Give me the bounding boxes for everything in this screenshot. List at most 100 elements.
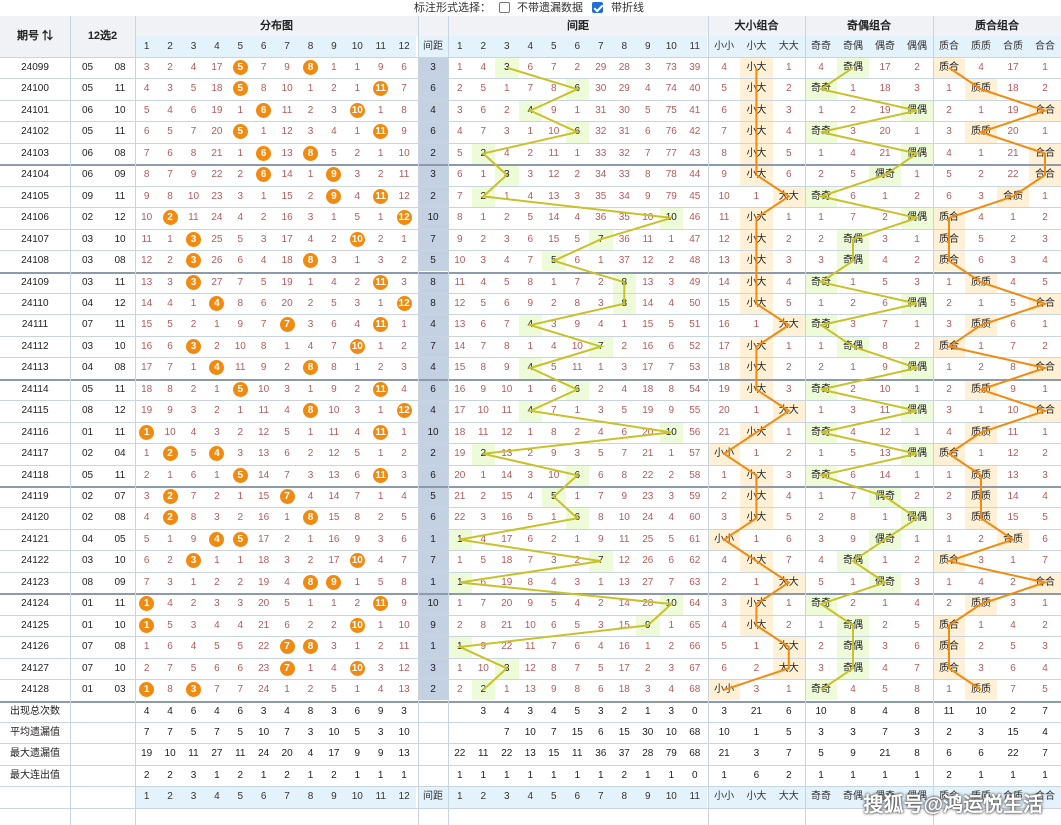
gap-miss-cell: 3 <box>527 169 534 181</box>
dist-hit-cell: 7 <box>275 486 298 507</box>
stat-odd-cell: 10 <box>815 705 827 717</box>
gap-miss-cell: 14 <box>548 212 560 224</box>
gap-miss-cell: 6 <box>480 576 487 588</box>
dist-miss-cell: 7 <box>214 684 220 696</box>
size-miss-cell: 21 <box>718 426 730 438</box>
dist-hit-cell: 1 <box>135 615 158 636</box>
prime-miss-cell: 1 <box>1010 555 1016 567</box>
dist-hit-cell: 1 <box>135 422 158 443</box>
prime-hit-cell: 质质 <box>965 121 997 143</box>
odd-sub-header: 偶偶 <box>901 36 933 57</box>
gap-miss-cell: 3 <box>574 190 581 202</box>
dist-miss-cell: 1 <box>377 405 384 417</box>
dist-miss-cell: 2 <box>143 469 150 481</box>
odd-hit-cell: 奇偶 <box>837 57 869 79</box>
gap-value-cell: 5 <box>418 250 448 272</box>
gap-hit-cell: 3 <box>495 164 519 186</box>
dist-hit-cell: 3 <box>182 550 205 571</box>
dist-miss-cell: 2 <box>307 684 314 696</box>
gap-hit-cell: 5 <box>542 486 566 508</box>
dist-miss-cell: 15 <box>281 190 293 202</box>
dist-miss-cell: 18 <box>211 83 223 95</box>
prime-hit-cell: 质合 <box>933 228 965 251</box>
stat-dist-cell: 3 <box>401 705 407 717</box>
period-header[interactable]: 期号 ⇅ <box>0 16 70 57</box>
prime-hit-cell: 合合 <box>1029 164 1061 186</box>
odd-hit-cell: 奇偶 <box>837 228 869 251</box>
stat-gap-cell: 1 <box>668 769 675 781</box>
gap-sub-header: 9 <box>636 36 660 57</box>
gap-miss-cell: 13 <box>548 190 560 202</box>
no-missing-data-label[interactable]: 不带遗漏数据 <box>517 0 583 16</box>
dist-miss-cell: 2 <box>214 491 220 502</box>
stat-dist-cell: 4 <box>284 705 290 717</box>
pick-number-b: 11 <box>114 276 126 288</box>
with-line-checkbox[interactable] <box>592 2 603 13</box>
stat-dist-cell: 1 <box>307 769 314 781</box>
gap-miss-cell: 5 <box>527 512 534 524</box>
odd-hit-cell: 偶偶 <box>901 357 933 379</box>
odd-miss-cell: 3 <box>850 319 856 331</box>
gap-miss-cell: 3 <box>644 684 651 696</box>
gap-miss-cell: 10 <box>524 619 536 631</box>
dist-miss-cell: 6 <box>143 555 150 567</box>
gap-hit-cell: 4 <box>518 357 542 379</box>
odd-sub-header: 偶奇 <box>869 36 901 57</box>
gap-miss-cell: 4 <box>550 576 557 588</box>
row-divider <box>0 657 1061 659</box>
dist-hit-cell: 10 <box>346 615 369 636</box>
gap-miss-cell: 29 <box>618 83 630 95</box>
odd-miss-cell: 1 <box>818 405 824 417</box>
dist-miss-cell: 15 <box>141 319 153 331</box>
prime-miss-cell: 2 <box>1042 448 1048 460</box>
gap-miss-cell: 8 <box>574 684 581 696</box>
size-combo-header: 大小组合 <box>708 16 805 36</box>
dist-hit-cell: 5 <box>229 78 252 99</box>
size-miss-cell: 6 <box>785 169 792 181</box>
dist-miss-cell: 7 <box>237 684 244 696</box>
prime-miss-cell: 21 <box>1007 147 1019 159</box>
stat-odd-cell: 3 <box>818 726 824 738</box>
odd-miss-cell: 4 <box>850 147 856 159</box>
prime-miss-cell: 2 <box>946 104 952 116</box>
dist-miss-cell: 1 <box>237 147 244 159</box>
gap-miss-cell: 24 <box>642 512 654 524</box>
dist-hit-cell: 6 <box>252 164 275 185</box>
row-divider <box>0 142 1061 144</box>
gap-miss-cell: 11 <box>548 147 559 159</box>
dist-miss-cell: 14 <box>328 491 340 502</box>
stat-dist-cell: 3 <box>260 705 267 717</box>
dist-miss-cell: 2 <box>190 319 197 331</box>
dist-miss-cell: 8 <box>143 169 150 181</box>
stat-gap-cell: 3 <box>597 705 604 717</box>
number-ball: 3 <box>185 253 201 269</box>
dist-miss-cell: 2 <box>377 362 384 374</box>
gap-miss-cell: 9 <box>644 190 651 202</box>
size-miss-cell: 5 <box>785 512 792 524</box>
odd-miss-cell: 1 <box>850 576 856 588</box>
gap-miss-cell: 35 <box>595 190 607 202</box>
with-line-label[interactable]: 带折线 <box>611 0 644 16</box>
dist-miss-cell: 1 <box>401 233 407 245</box>
gap-hit-cell: 6 <box>565 121 589 143</box>
gap-miss-cell: 16 <box>454 383 466 395</box>
gap-miss-cell: 9 <box>527 598 534 610</box>
gap-miss-cell: 11 <box>501 405 512 417</box>
prime-miss-cell: 1 <box>946 469 952 481</box>
no-missing-data-checkbox[interactable] <box>499 2 510 13</box>
gap-col-header: 间距 <box>418 36 448 57</box>
gap-miss-cell: 2 <box>621 340 628 352</box>
gap-miss-cell: 6 <box>574 641 581 653</box>
size-hit-cell: 小大 <box>740 464 773 486</box>
gap-miss-cell: 6 <box>527 62 534 73</box>
gap-sub-header: 11 <box>683 36 707 57</box>
prime-miss-cell: 4 <box>1042 255 1048 267</box>
odd-miss-cell: 2 <box>818 233 824 245</box>
dist-miss-cell: 6 <box>214 662 220 674</box>
stat-odd-cell: 3 <box>914 726 920 738</box>
dist-miss-cell: 2 <box>377 641 384 653</box>
stat-gap-cell: 11 <box>572 748 583 760</box>
gap-hit-cell: 3 <box>495 57 519 79</box>
gaps-header: 间距 <box>448 16 708 36</box>
dist-miss-cell: 3 <box>307 126 314 138</box>
